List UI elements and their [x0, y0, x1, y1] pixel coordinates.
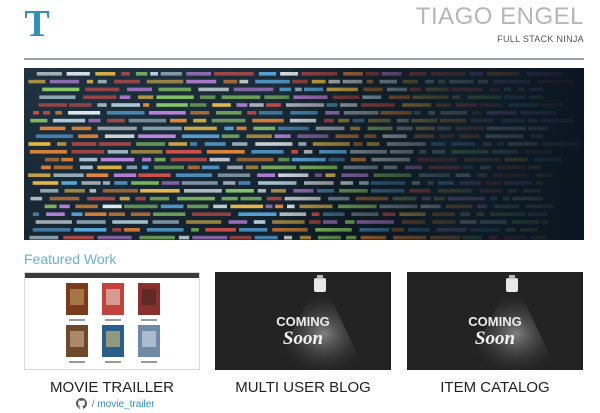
site-owner-name: TIAGO ENGEL [415, 3, 584, 30]
project-thumbnail-movie-trailer[interactable] [24, 272, 200, 370]
project-title-multi-user-blog[interactable]: MULTI USER BLOG [215, 379, 391, 396]
project-title-movie-trailer[interactable]: MOVIE TRAILLER [24, 379, 200, 396]
featured-work-heading: Featured Work [24, 251, 117, 267]
spotlight-icon [314, 275, 326, 292]
spotlight-icon [506, 275, 518, 292]
coming-label: COMING [468, 314, 521, 329]
logo-letter: T [24, 5, 49, 41]
soon-label: Soon [475, 328, 515, 349]
hero-banner [24, 68, 584, 240]
repo-link-movie-trailer[interactable]: movie_trailer [97, 399, 154, 410]
project-thumbnail-item-catalog[interactable]: COMING Soon [407, 272, 583, 370]
project-title-item-catalog[interactable]: ITEM CATALOG [407, 379, 583, 396]
project-thumbnail-multi-user-blog[interactable]: COMING Soon [215, 272, 391, 370]
github-icon[interactable] [76, 398, 87, 409]
code-screen-image [24, 68, 584, 240]
header-divider [24, 58, 584, 60]
repo-link-row: / movie_trailer [76, 398, 155, 410]
coming-label: COMING [276, 314, 329, 329]
repo-separator: / [91, 399, 95, 410]
soon-label: Soon [283, 328, 323, 349]
site-owner-role: FULL STACK NINJA [497, 34, 584, 44]
logo-icon[interactable]: T [22, 5, 52, 41]
